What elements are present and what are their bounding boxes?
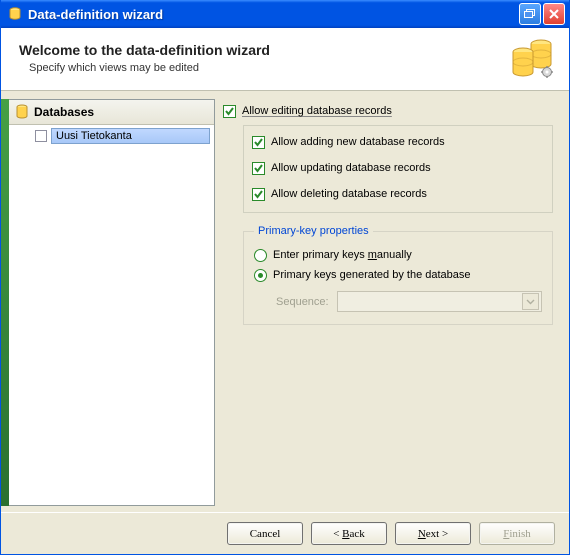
allow-add-label: Allow adding new database records <box>271 136 445 148</box>
page-title: Welcome to the data-definition wizard <box>19 42 509 58</box>
options-panel: Allow editing database records Allow add… <box>221 99 561 506</box>
allow-delete-checkbox[interactable] <box>252 188 265 201</box>
pk-manual-label: Enter primary keys manually <box>273 249 412 261</box>
primary-key-group: Primary-key properties Enter primary key… <box>243 225 553 325</box>
restore-button[interactable] <box>519 3 541 25</box>
pk-generated-label: Primary keys generated by the database <box>273 269 471 281</box>
allow-add-row[interactable]: Allow adding new database records <box>252 132 544 152</box>
databases-tree[interactable]: Uusi Tietokanta <box>9 125 214 505</box>
close-button[interactable] <box>543 3 565 25</box>
back-button[interactable]: < Back <box>311 522 387 545</box>
allow-add-checkbox[interactable] <box>252 136 265 149</box>
sequence-combo <box>337 291 542 312</box>
database-icon <box>15 104 29 120</box>
allow-delete-label: Allow deleting database records <box>271 188 427 200</box>
pk-manual-row[interactable]: Enter primary keys manually <box>254 245 542 265</box>
pk-generated-row[interactable]: Primary keys generated by the database <box>254 265 542 285</box>
tree-item-label[interactable]: Uusi Tietokanta <box>51 128 210 144</box>
edit-sub-options: Allow adding new database records Allow … <box>243 125 553 213</box>
databases-header-label: Databases <box>34 105 94 119</box>
wizard-footer: Cancel < Back Next > Finish <box>1 512 569 554</box>
window-title: Data-definition wizard <box>28 7 517 22</box>
allow-edit-label: Allow editing database records <box>242 105 392 117</box>
database-hero-icon <box>509 38 555 78</box>
sequence-label: Sequence: <box>276 296 329 308</box>
allow-edit-checkbox[interactable] <box>223 105 236 118</box>
databases-header: Databases <box>9 100 214 125</box>
tree-item[interactable]: Uusi Tietokanta <box>13 127 210 145</box>
tree-item-checkbox[interactable] <box>35 130 47 142</box>
pk-manual-radio[interactable] <box>254 249 267 262</box>
allow-update-label: Allow updating database records <box>271 162 431 174</box>
finish-button: Finish <box>479 522 555 545</box>
allow-edit-row[interactable]: Allow editing database records <box>223 101 557 121</box>
next-button[interactable]: Next > <box>395 522 471 545</box>
wizard-header: Welcome to the data-definition wizard Sp… <box>1 28 569 91</box>
app-icon <box>7 6 23 22</box>
chevron-down-icon <box>522 293 539 310</box>
wizard-body: Databases Uusi Tietokanta Allow editing … <box>1 91 569 512</box>
allow-update-row[interactable]: Allow updating database records <box>252 158 544 178</box>
sidebar-stripe <box>1 99 9 506</box>
page-subtitle: Specify which views may be edited <box>29 62 509 74</box>
primary-key-legend: Primary-key properties <box>254 225 373 237</box>
titlebar: Data-definition wizard <box>1 0 569 28</box>
sequence-row: Sequence: <box>276 291 542 312</box>
sidebar: Databases Uusi Tietokanta <box>1 99 215 506</box>
cancel-button[interactable]: Cancel <box>227 522 303 545</box>
allow-delete-row[interactable]: Allow deleting database records <box>252 184 544 204</box>
pk-generated-radio[interactable] <box>254 269 267 282</box>
databases-panel: Databases Uusi Tietokanta <box>9 99 215 506</box>
allow-update-checkbox[interactable] <box>252 162 265 175</box>
